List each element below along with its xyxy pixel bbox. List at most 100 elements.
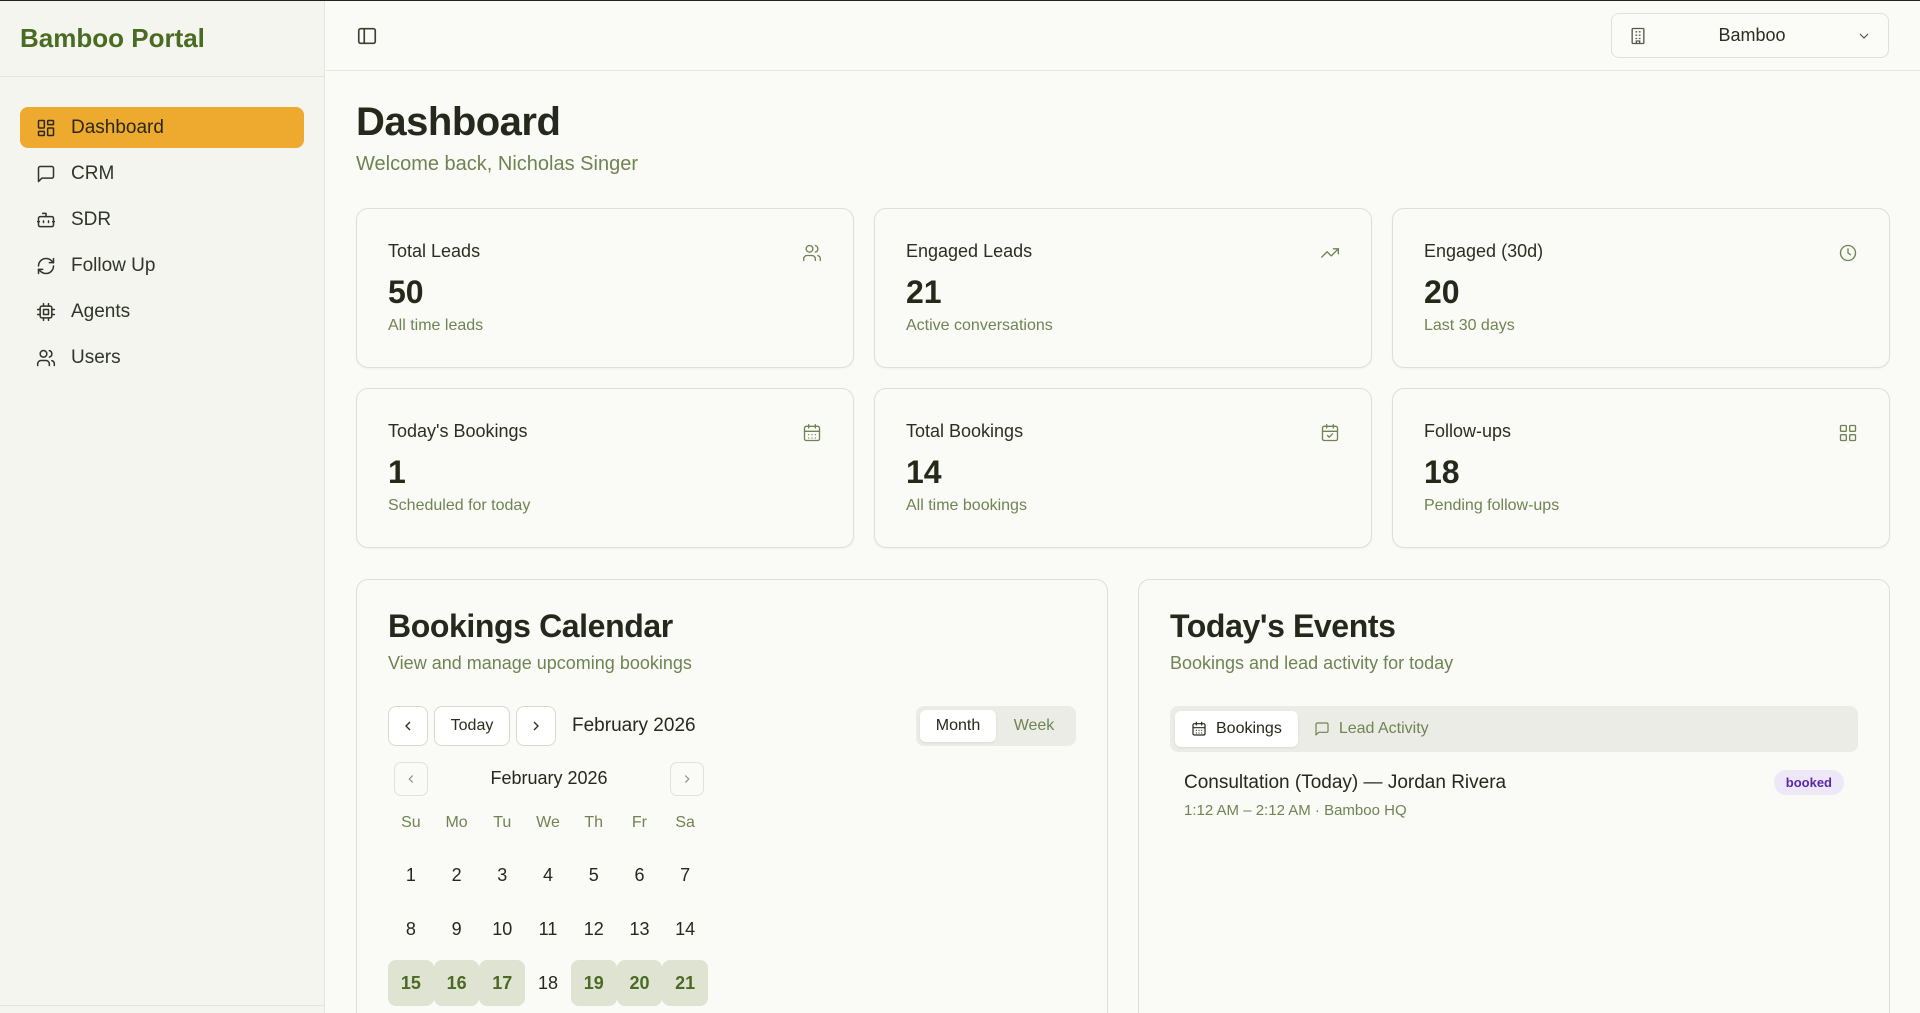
calendar-day[interactable]: 3 (479, 852, 525, 898)
event-meta: 1:12 AM – 2:12 AM · Bamboo HQ (1184, 802, 1407, 819)
stat-card-todays-bookings: Today's Bookings 1 Scheduled for today (356, 388, 854, 548)
calendar-day[interactable]: 6 (617, 852, 663, 898)
panel-left-icon (357, 27, 377, 45)
page-title: Dashboard (356, 100, 561, 144)
events-title: Today's Events (1170, 608, 1396, 644)
stat-description: Pending follow-ups (1424, 497, 1560, 514)
page-subtitle: Welcome back, Nicholas Singer (356, 153, 638, 175)
brand-title: Bamboo Portal (0, 1, 324, 77)
weekday-label: Mo (445, 814, 468, 831)
stat-card-engaged-30d: Engaged (30d) 20 Last 30 days (1392, 208, 1890, 368)
stat-description: All time leads (388, 317, 484, 334)
chevron-down-icon (1859, 33, 1869, 39)
users-icon (36, 349, 56, 366)
calendar-day[interactable]: 15 (388, 960, 434, 1006)
events-tabs: Bookings Lead Activity (1170, 706, 1858, 752)
weekday-label: Fr (631, 814, 647, 831)
refresh-icon (37, 257, 55, 274)
stat-title: Total Leads (388, 241, 481, 261)
tab-bookings[interactable]: Bookings (1175, 711, 1298, 747)
calendar-day[interactable]: 20 (616, 960, 663, 1006)
sidebar-item-label: Users (71, 346, 121, 368)
calendar-title: Bookings Calendar (388, 608, 673, 644)
calendar-day[interactable]: 5 (571, 852, 617, 898)
trending-up-icon (1321, 248, 1339, 258)
sidebar-nav: Dashboard CRM SDR Follow Up Agents Users (0, 77, 324, 413)
calendar-day[interactable]: 4 (525, 852, 571, 898)
event-item[interactable]: Consultation (Today) — Jordan Rivera 1:1… (1184, 770, 1844, 819)
tab-label: Bookings (1216, 720, 1282, 737)
building-icon (1631, 27, 1645, 44)
sidebar-item-agents[interactable]: Agents (20, 291, 304, 332)
weekday-label: Tu (493, 814, 512, 831)
calendar-day[interactable]: 1 (388, 852, 434, 898)
calendar-day[interactable]: 2 (434, 852, 480, 898)
current-month-label: February 2026 (572, 715, 696, 736)
mini-calendar-header: February 2026 (394, 762, 704, 796)
stat-title: Follow-ups (1424, 421, 1512, 441)
sidebar-item-crm[interactable]: CRM (20, 153, 304, 194)
calendar-icon (803, 424, 821, 442)
view-toggle: Month Week (916, 706, 1076, 746)
grid-icon (1839, 424, 1857, 442)
tab-label: Lead Activity (1338, 720, 1429, 737)
calendar-day[interactable]: 11 (525, 906, 571, 952)
mini-prev-month-button[interactable] (394, 762, 428, 796)
calendar-day[interactable]: 21 (662, 960, 709, 1006)
stat-value: 18 (1424, 454, 1460, 490)
sidebar-item-users[interactable]: Users (20, 337, 304, 378)
organization-select[interactable]: Bamboo (1611, 13, 1889, 58)
event-title: Consultation (Today) — Jordan Rivera (1184, 772, 1507, 793)
tab-lead-activity[interactable]: Lead Activity (1298, 711, 1445, 747)
users-icon (803, 244, 821, 262)
sidebar-toggle-button[interactable] (356, 25, 378, 47)
next-period-button[interactable] (516, 706, 556, 746)
cpu-icon (36, 302, 56, 321)
todays-events-panel: Today's Events Bookings and lead activit… (1138, 579, 1890, 1013)
sidebar-item-sdr[interactable]: SDR (20, 199, 304, 240)
stat-title: Engaged (30d) (1424, 241, 1544, 261)
calendar-day[interactable]: 13 (617, 906, 663, 952)
prev-period-button[interactable] (388, 706, 428, 746)
stat-description: All time bookings (906, 497, 1027, 514)
sidebar-item-dashboard[interactable]: Dashboard (20, 107, 304, 148)
sidebar-item-label: Dashboard (71, 116, 164, 138)
dashboard-icon (37, 119, 55, 136)
calendar-day[interactable]: 18 (525, 960, 571, 1006)
stat-title: Total Bookings (906, 421, 1024, 441)
stat-value: 1 (388, 454, 406, 490)
calendar-day[interactable]: 7 (662, 852, 708, 898)
calendar-day[interactable]: 8 (388, 906, 434, 952)
mini-next-month-button[interactable] (670, 762, 704, 796)
calendar-subtitle: View and manage upcoming bookings (388, 653, 692, 673)
chevron-right-icon (684, 775, 690, 783)
sidebar-footer (0, 1005, 324, 1013)
chevron-left-icon (408, 775, 414, 783)
view-week-button[interactable]: Week (996, 710, 1072, 742)
calendar-check-icon (1321, 424, 1339, 442)
weekday-label: We (536, 814, 560, 831)
message-icon (1315, 722, 1329, 736)
calendar-day[interactable]: 16 (433, 960, 480, 1006)
calendar-day[interactable]: 9 (434, 906, 480, 952)
bookings-calendar-panel: Bookings Calendar View and manage upcomi… (356, 579, 1108, 1013)
status-badge: booked (1773, 770, 1844, 795)
view-month-button[interactable]: Month (920, 710, 996, 742)
stat-description: Scheduled for today (388, 497, 531, 514)
calendar-day[interactable]: 14 (662, 906, 708, 952)
today-button[interactable]: Today (434, 706, 510, 746)
calendar-day[interactable]: 12 (571, 906, 617, 952)
events-subtitle: Bookings and lead activity for today (1170, 653, 1454, 673)
calendar-day[interactable]: 17 (479, 960, 526, 1006)
stat-value: 14 (906, 454, 942, 490)
stat-description: Active conversations (906, 317, 1053, 334)
stat-value: 20 (1424, 274, 1460, 310)
message-icon (37, 165, 55, 182)
clock-icon (1839, 244, 1857, 262)
calendar-day[interactable]: 10 (479, 906, 525, 952)
mini-calendar-title: February 2026 (490, 768, 608, 788)
main-content: Dashboard Welcome back, Nicholas Singer … (356, 100, 1890, 1013)
sidebar-item-follow-up[interactable]: Follow Up (20, 245, 304, 286)
calendar-day[interactable]: 19 (570, 960, 617, 1006)
bot-icon (36, 212, 56, 227)
